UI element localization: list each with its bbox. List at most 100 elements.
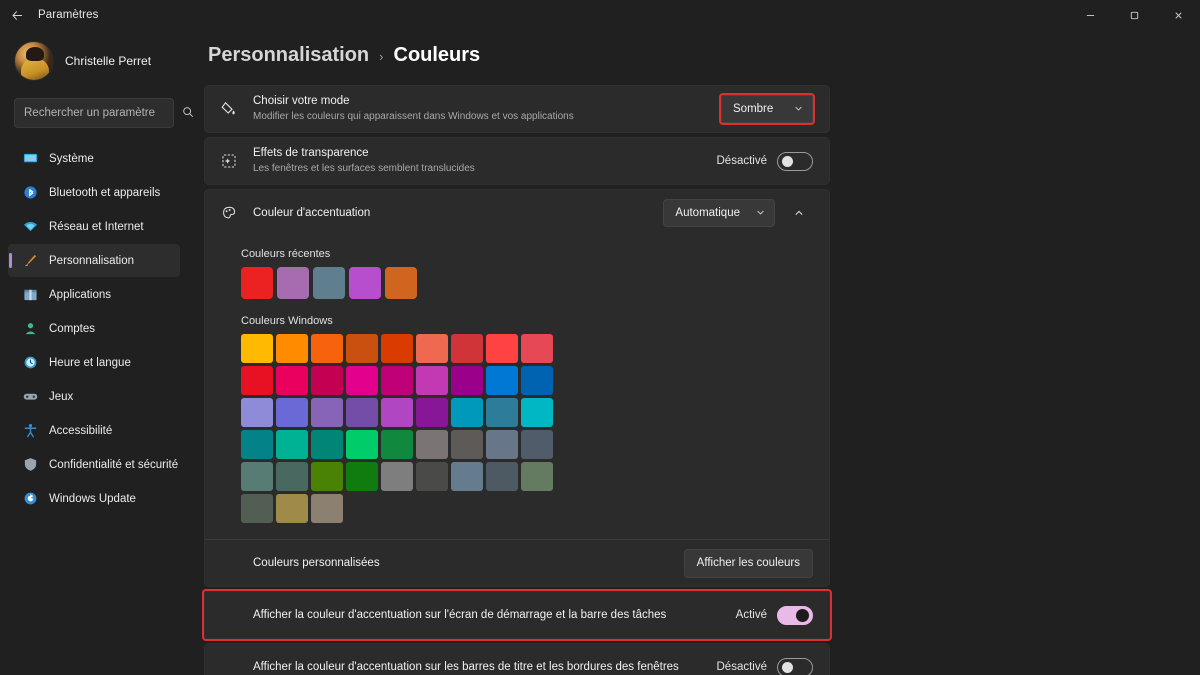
windows-color-swatch[interactable] xyxy=(311,398,343,427)
windows-color-swatch[interactable] xyxy=(451,398,483,427)
recent-color-swatch[interactable] xyxy=(241,267,273,299)
windows-color-swatch[interactable] xyxy=(276,366,308,395)
windows-color-swatch[interactable] xyxy=(486,366,518,395)
windows-colors-grid xyxy=(241,334,813,523)
accent-titlebars-toggle[interactable] xyxy=(777,657,813,675)
sidebar-item-confidentialite[interactable]: Confidentialité et sécurité xyxy=(8,448,180,481)
windows-color-swatch[interactable] xyxy=(346,430,378,459)
sidebar-item-bluetooth[interactable]: Bluetooth et appareils xyxy=(8,176,180,209)
windows-color-swatch[interactable] xyxy=(451,334,483,363)
windows-color-swatch[interactable] xyxy=(486,462,518,491)
windows-color-swatch[interactable] xyxy=(521,398,553,427)
windows-color-swatch[interactable] xyxy=(241,334,273,363)
sidebar-item-applications[interactable]: Applications xyxy=(8,278,180,311)
windows-color-swatch[interactable] xyxy=(416,462,448,491)
windows-color-swatch[interactable] xyxy=(346,334,378,363)
windows-color-swatch[interactable] xyxy=(276,430,308,459)
windows-color-swatch[interactable] xyxy=(241,494,273,523)
windows-color-swatch[interactable] xyxy=(346,398,378,427)
windows-color-swatch[interactable] xyxy=(521,430,553,459)
windows-color-swatch[interactable] xyxy=(416,430,448,459)
sidebar-item-jeux[interactable]: Jeux xyxy=(8,380,180,413)
windows-color-swatch[interactable] xyxy=(486,334,518,363)
windows-color-swatch[interactable] xyxy=(451,430,483,459)
windows-color-swatch[interactable] xyxy=(416,366,448,395)
windows-color-swatch[interactable] xyxy=(346,366,378,395)
breadcrumb-parent[interactable]: Personnalisation xyxy=(208,44,369,67)
windows-color-swatch[interactable] xyxy=(521,334,553,363)
sidebar-item-systeme[interactable]: Système xyxy=(8,142,180,175)
windows-color-swatch[interactable] xyxy=(381,462,413,491)
breadcrumb: Personnalisation › Couleurs xyxy=(204,30,1200,85)
windows-color-swatch[interactable] xyxy=(241,430,273,459)
setting-title: Afficher la couleur d'accentuation sur l… xyxy=(253,608,667,621)
windows-color-swatch[interactable] xyxy=(521,366,553,395)
windows-color-swatch[interactable] xyxy=(241,398,273,427)
sidebar-item-label: Confidentialité et sécurité xyxy=(49,458,179,471)
sidebar-item-accessibilite[interactable]: Accessibilité xyxy=(8,414,180,447)
accent-mode-dropdown[interactable]: Automatique xyxy=(663,199,775,227)
windows-color-swatch[interactable] xyxy=(451,462,483,491)
windows-color-swatch[interactable] xyxy=(486,398,518,427)
recent-color-swatch[interactable] xyxy=(313,267,345,299)
recent-color-swatch[interactable] xyxy=(385,267,417,299)
windows-color-swatch[interactable] xyxy=(381,398,413,427)
windows-color-swatch[interactable] xyxy=(381,334,413,363)
row-accent-titlebars: Afficher la couleur d'accentuation sur l… xyxy=(205,644,829,675)
recent-color-swatch[interactable] xyxy=(349,267,381,299)
windows-color-swatch[interactable] xyxy=(276,462,308,491)
paint-bucket-icon xyxy=(219,101,239,117)
windows-colors-row xyxy=(241,398,813,427)
sidebar-item-comptes[interactable]: Comptes xyxy=(8,312,180,345)
windows-color-swatch[interactable] xyxy=(381,366,413,395)
windows-color-swatch[interactable] xyxy=(311,494,343,523)
row-control: Automatique xyxy=(663,199,813,227)
row-control: Désactivé xyxy=(717,151,813,171)
windows-color-swatch[interactable] xyxy=(276,398,308,427)
setting-title: Afficher la couleur d'accentuation sur l… xyxy=(253,660,679,673)
sidebar-item-reseau[interactable]: Réseau et Internet xyxy=(8,210,180,243)
sidebar-item-personnalisation[interactable]: Personnalisation xyxy=(8,244,180,277)
sidebar-item-label: Accessibilité xyxy=(49,424,113,437)
recent-color-swatch[interactable] xyxy=(277,267,309,299)
windows-color-swatch[interactable] xyxy=(311,462,343,491)
search-input[interactable] xyxy=(24,107,178,119)
toggle-knob xyxy=(782,661,793,673)
windows-colors-row xyxy=(241,334,813,363)
close-button[interactable] xyxy=(1156,0,1200,30)
windows-color-swatch[interactable] xyxy=(346,462,378,491)
accent-expander-button[interactable] xyxy=(785,199,813,227)
maximize-button[interactable] xyxy=(1112,0,1156,30)
windows-color-swatch[interactable] xyxy=(276,334,308,363)
show-colors-button[interactable]: Afficher les couleurs xyxy=(683,548,813,578)
windows-color-swatch[interactable] xyxy=(381,430,413,459)
windows-color-swatch[interactable] xyxy=(241,462,273,491)
windows-color-swatch[interactable] xyxy=(311,366,343,395)
windows-color-swatch[interactable] xyxy=(416,398,448,427)
windows-color-swatch[interactable] xyxy=(416,334,448,363)
setting-subtitle: Modifier les couleurs qui apparaissent d… xyxy=(253,111,574,122)
back-button[interactable] xyxy=(0,0,34,30)
windows-color-swatch[interactable] xyxy=(311,334,343,363)
chevron-up-icon xyxy=(795,210,803,215)
windows-color-swatch[interactable] xyxy=(311,430,343,459)
windows-color-swatch[interactable] xyxy=(276,494,308,523)
sidebar-item-heure-langue[interactable]: Heure et langue xyxy=(8,346,180,379)
user-profile[interactable]: Christelle Perret xyxy=(8,30,180,92)
sidebar-item-label: Système xyxy=(49,152,94,165)
windows-colors-row xyxy=(241,494,813,523)
search-icon xyxy=(182,106,194,121)
search-box[interactable] xyxy=(14,98,194,128)
gamepad-icon xyxy=(22,389,38,405)
windows-color-swatch[interactable] xyxy=(451,366,483,395)
accent-start-state-label: Activé xyxy=(735,609,767,621)
windows-color-swatch[interactable] xyxy=(486,430,518,459)
accent-start-toggle[interactable] xyxy=(777,605,813,625)
transparency-toggle[interactable] xyxy=(777,151,813,171)
windows-color-swatch[interactable] xyxy=(521,462,553,491)
sidebar-item-windows-update[interactable]: Windows Update xyxy=(8,482,180,515)
mode-dropdown[interactable]: Sombre xyxy=(721,95,813,123)
minimize-button[interactable] xyxy=(1068,0,1112,30)
profile-name: Christelle Perret xyxy=(65,54,152,68)
windows-color-swatch[interactable] xyxy=(241,366,273,395)
